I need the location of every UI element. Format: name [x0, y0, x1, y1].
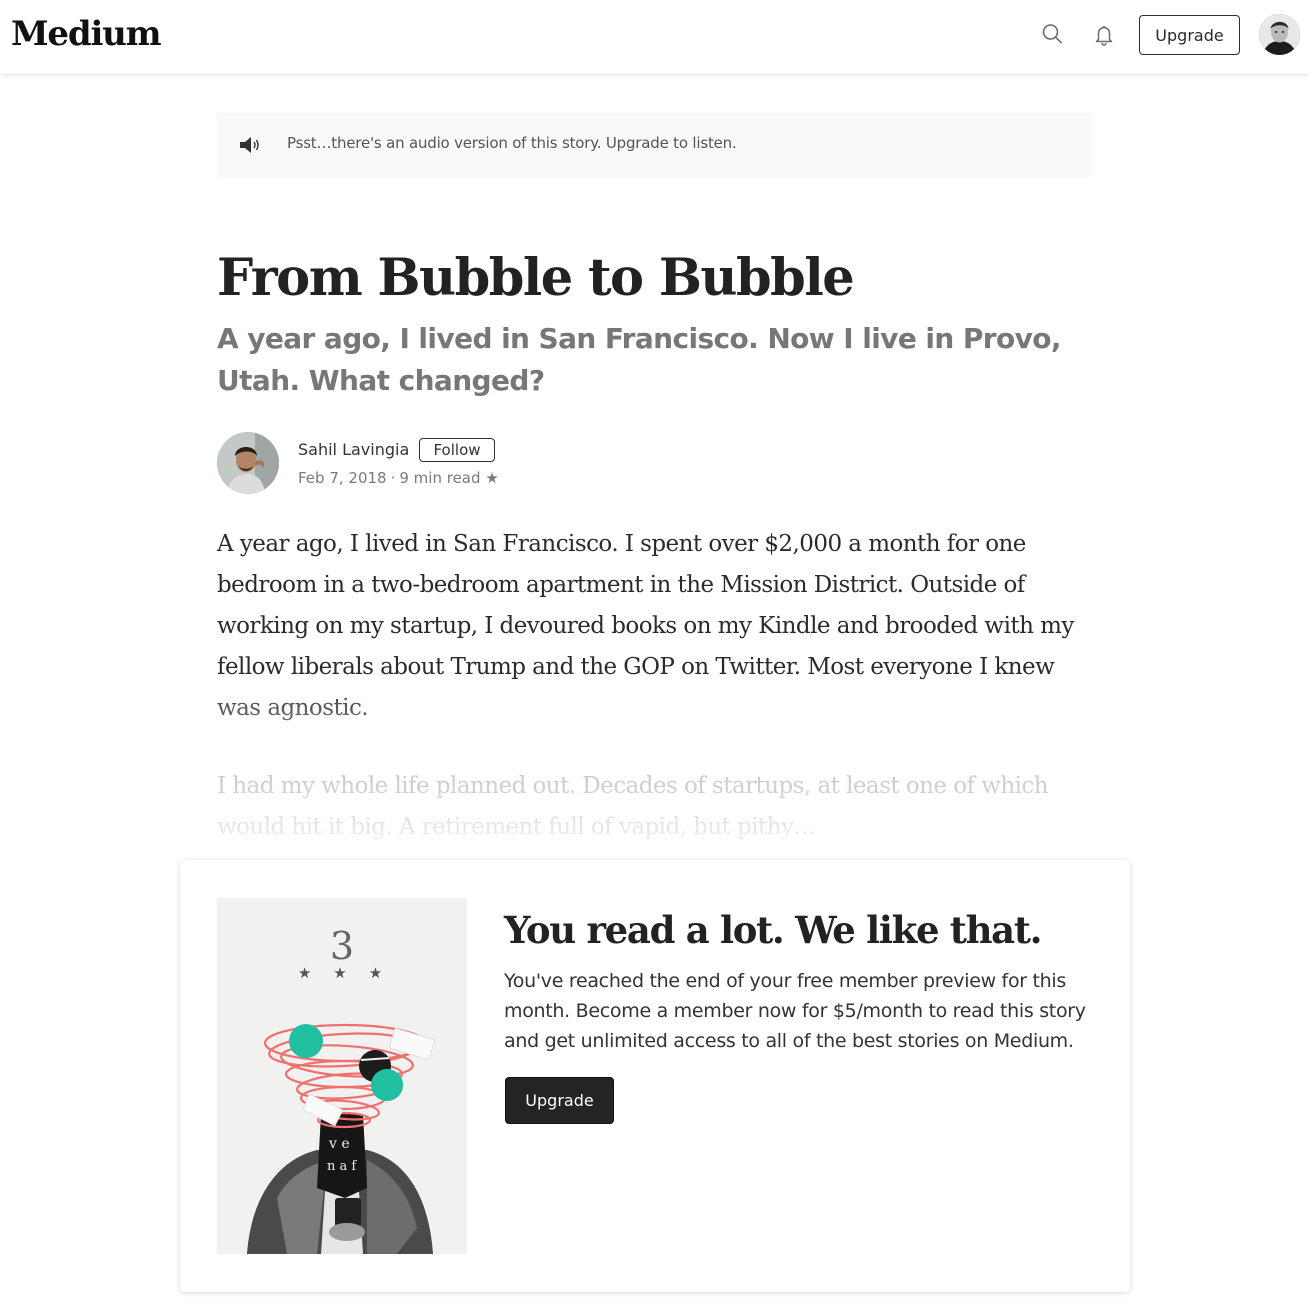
bell-icon[interactable]: [1092, 22, 1116, 46]
publish-date: Feb 7, 2018: [298, 469, 387, 487]
search-icon[interactable]: [1040, 22, 1064, 46]
paywall-heading: You read a lot. We like that.: [504, 908, 1043, 952]
svg-text:n a f: n a f: [327, 1159, 357, 1174]
article-title: From Bubble to Bubble: [217, 248, 855, 308]
top-nav: Medium Upgrade: [0, 0, 1308, 75]
user-avatar[interactable]: [1259, 14, 1300, 55]
audio-banner-text: Psst…there's an audio version of this st…: [287, 134, 737, 152]
svg-text:v e: v e: [328, 1136, 350, 1152]
article-subtitle: A year ago, I lived in San Francisco. No…: [217, 322, 1062, 397]
audio-upsell-banner[interactable]: Psst…there's an audio version of this st…: [217, 113, 1092, 177]
author-avatar[interactable]: [217, 432, 279, 494]
article-paragraph: A year ago, I lived in San Francisco. I …: [217, 524, 1097, 729]
medium-logo[interactable]: Medium: [11, 14, 162, 54]
paywall-description: You've reached the end of your free memb…: [504, 970, 1086, 1052]
author-name[interactable]: Sahil Lavingia: [298, 440, 409, 459]
follow-button[interactable]: Follow: [419, 438, 495, 462]
read-time: 9 min read: [399, 469, 481, 487]
paywall-card: 3 ★★★ v e n a f You read a lot. We like …: [180, 860, 1130, 1292]
article-paragraph-faded: I had my whole life planned out. Decades…: [217, 766, 1097, 848]
speaker-icon: [238, 134, 262, 156]
member-star-icon: ★: [485, 469, 499, 487]
paywall-upgrade-button[interactable]: Upgrade: [505, 1077, 614, 1124]
paywall-illustration: 3 ★★★ v e n a f: [217, 898, 467, 1254]
article-meta: Feb 7, 2018 · 9 min read ★: [298, 469, 499, 487]
upgrade-button[interactable]: Upgrade: [1139, 15, 1240, 55]
